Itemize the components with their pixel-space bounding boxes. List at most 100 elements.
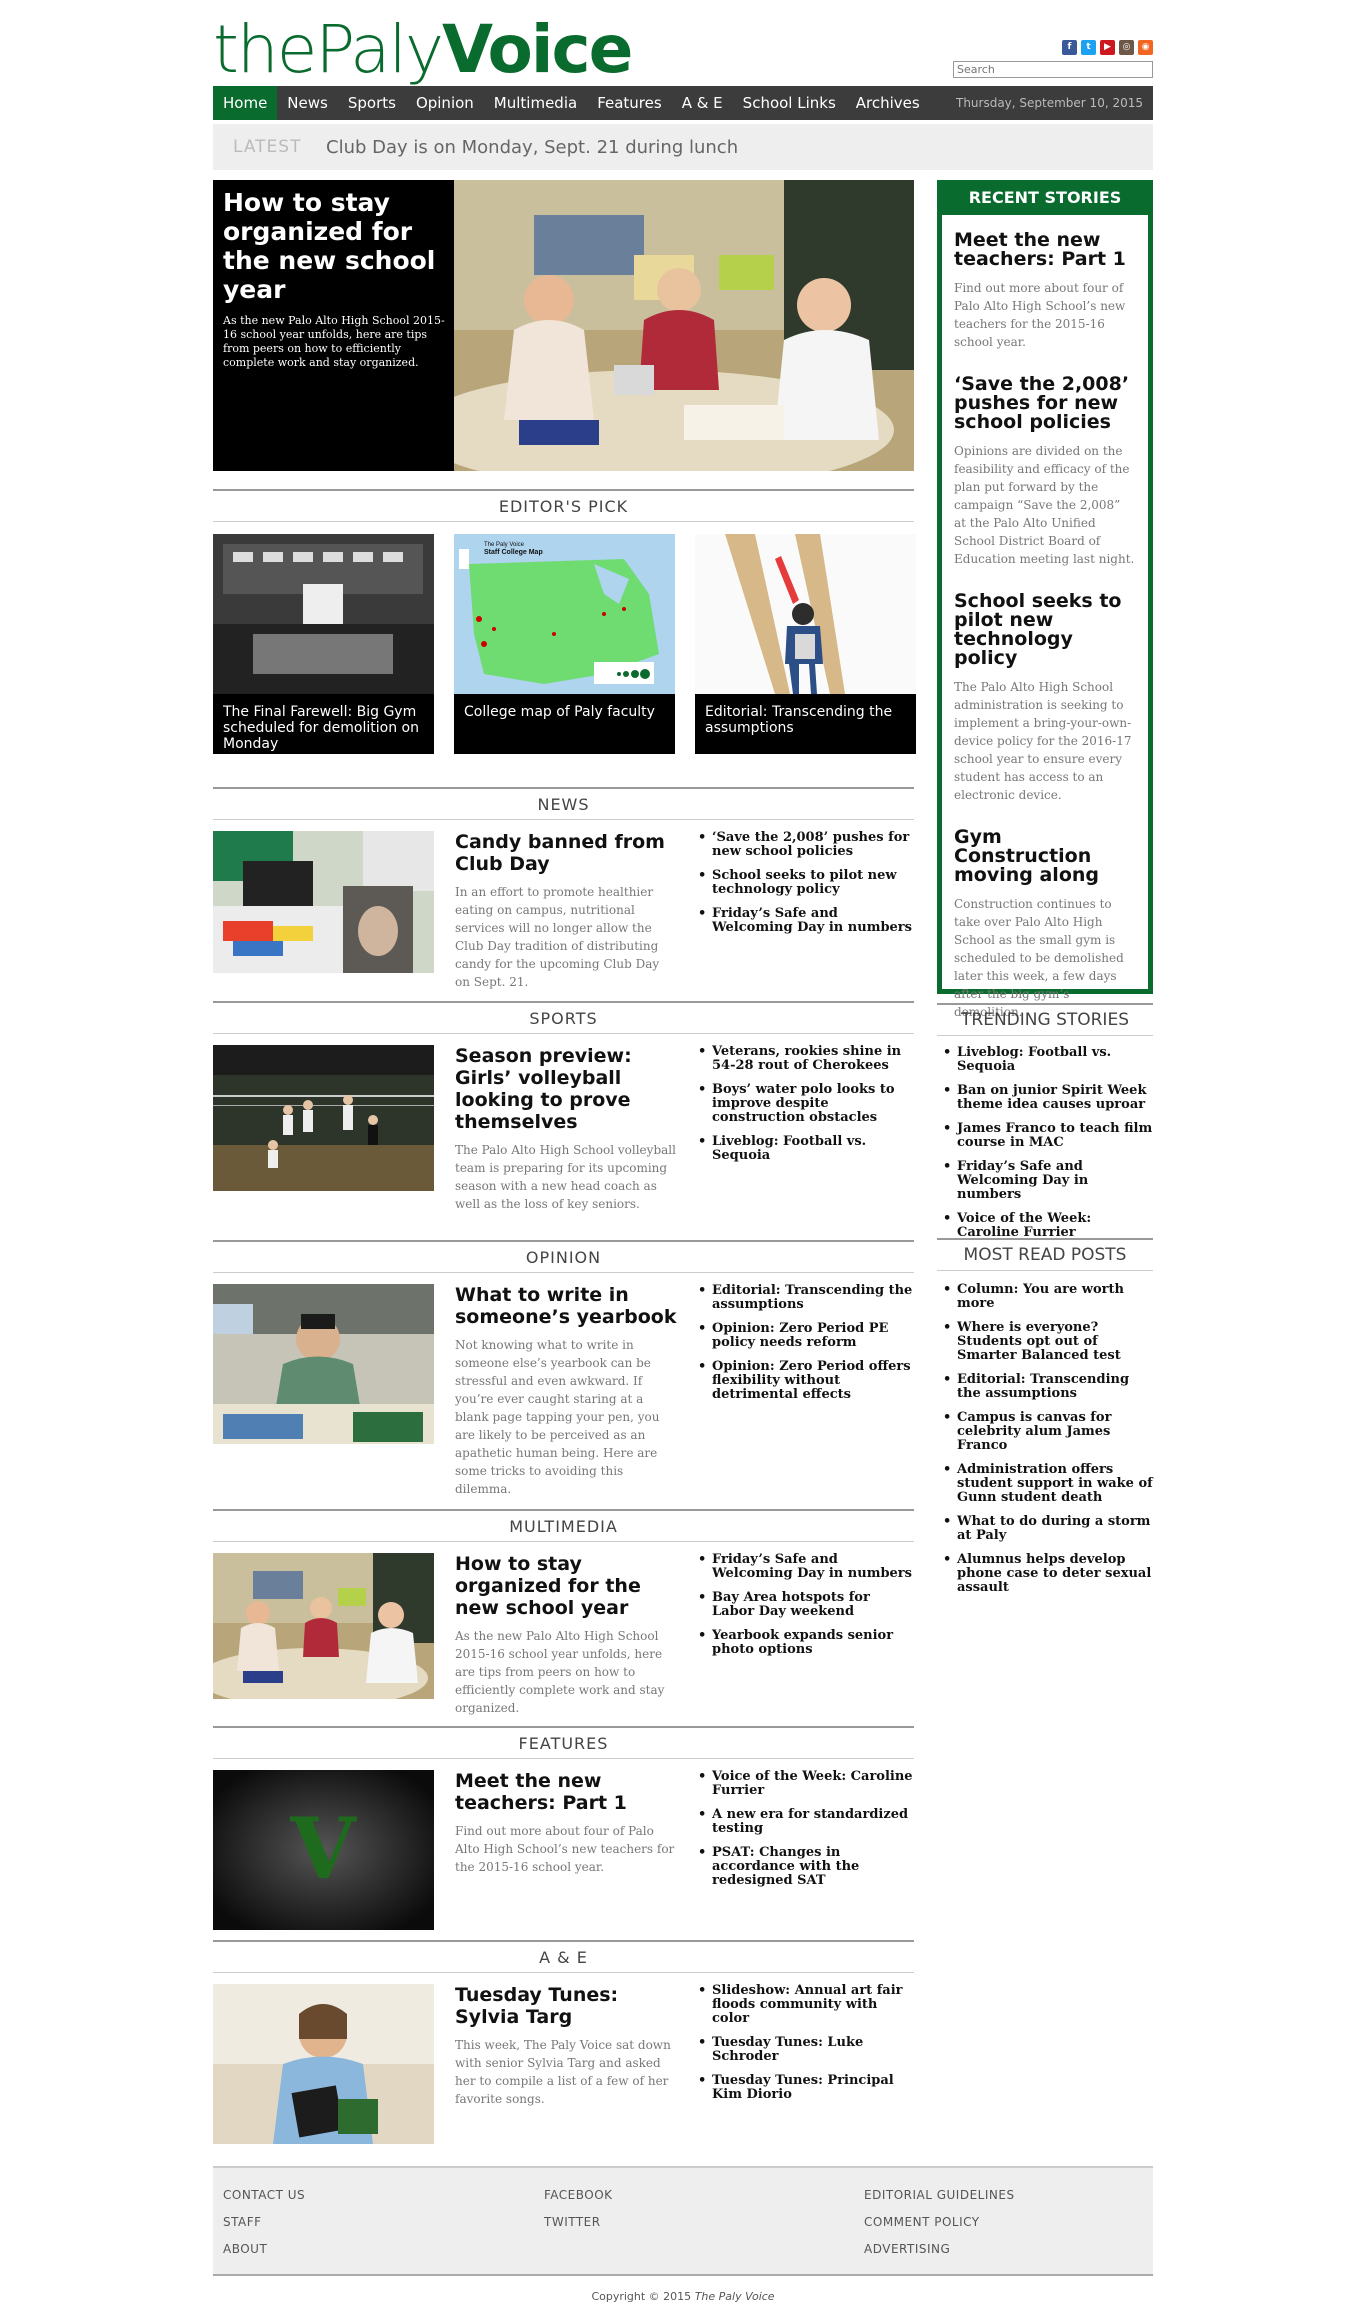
rss-icon[interactable]: ◉ [1138, 40, 1153, 55]
features-thumbnail[interactable]: V [213, 1770, 434, 1930]
logo-text-the: the [213, 11, 317, 88]
list-item[interactable]: Friday’s Safe and Welcoming Day in numbe… [698, 907, 914, 935]
list-item[interactable]: School seeks to pilot new technology pol… [698, 869, 914, 897]
nav-item-ae[interactable]: A & E [672, 86, 733, 120]
twitter-icon[interactable]: t [1081, 40, 1096, 55]
list-item[interactable]: Boys’ water polo looks to improve despit… [698, 1083, 914, 1125]
featured-story[interactable]: How to stay organized for the new school… [213, 180, 914, 471]
recent-story-title[interactable]: ‘Save the 2,008’ pushes for new school p… [954, 375, 1136, 432]
search-input[interactable] [953, 61, 1153, 78]
recent-story: School seeks to pilot new technology pol… [942, 592, 1148, 804]
list-item[interactable]: Slideshow: Annual art fair floods commun… [698, 1984, 914, 2026]
copyright-name: The Paly Voice [694, 2290, 775, 2303]
editors-pick-caption[interactable]: College map of Paly faculty [454, 694, 675, 754]
list-item[interactable]: James Franco to teach film course in MAC [943, 1122, 1153, 1150]
youtube-icon[interactable]: ▶ [1100, 40, 1115, 55]
v-logo-letter: V [289, 1799, 357, 1898]
editors-pick-heading: EDITOR'S PICK [213, 489, 914, 522]
features-lead: Meet the new teachers: Part 1 Find out m… [455, 1770, 677, 1876]
news-thumbnail[interactable] [213, 831, 434, 973]
trending-heading: TRENDING STORIES [937, 1003, 1153, 1036]
list-item[interactable]: Column: You are worth more [943, 1283, 1153, 1311]
list-item[interactable]: Ban on junior Spirit Week theme idea cau… [943, 1084, 1153, 1112]
list-item[interactable]: ‘Save the 2,008’ pushes for new school p… [698, 831, 914, 859]
list-item[interactable]: Tuesday Tunes: Luke Schroder [698, 2036, 914, 2064]
map-title-line2: Staff College Map [484, 549, 543, 556]
footer-link-facebook[interactable]: FACEBOOK [544, 2188, 844, 2202]
sports-thumbnail[interactable] [213, 1045, 434, 1191]
ae-lead: Tuesday Tunes: Sylvia Targ This week, Th… [455, 1984, 677, 2108]
footer-column: CONTACT US STAFF ABOUT [223, 2188, 523, 2269]
sports-links: Veterans, rookies shine in 54-28 rout of… [698, 1045, 914, 1173]
nav-item-sports[interactable]: Sports [338, 86, 406, 120]
list-item[interactable]: Campus is canvas for celebrity alum Jame… [943, 1411, 1153, 1453]
footer-link-editorial-guidelines[interactable]: EDITORIAL GUIDELINES [864, 2188, 1164, 2202]
footer-link-contact[interactable]: CONTACT US [223, 2188, 523, 2202]
multimedia-lead-title[interactable]: How to stay organized for the new school… [455, 1553, 677, 1619]
nav-item-features[interactable]: Features [587, 86, 672, 120]
recent-story-title[interactable]: Meet the new teachers: Part 1 [954, 231, 1136, 269]
news-heading: NEWS [213, 787, 914, 820]
footer-link-advertising[interactable]: ADVERTISING [864, 2242, 1164, 2256]
editors-pick-item[interactable]: The Final Farewell: Big Gym scheduled fo… [213, 534, 434, 754]
list-item[interactable]: What to do during a storm at Paly [943, 1515, 1153, 1543]
nav-item-news[interactable]: News [277, 86, 338, 120]
opinion-lead-title[interactable]: What to write in someone’s yearbook [455, 1284, 677, 1328]
recent-story-title[interactable]: Gym Construction moving along [954, 828, 1136, 885]
site-logo[interactable]: thePalyVoice [213, 11, 633, 88]
opinion-thumbnail[interactable] [213, 1284, 434, 1444]
list-item[interactable]: Liveblog: Football vs. Sequoia [698, 1135, 914, 1163]
list-item[interactable]: A new era for standardized testing [698, 1808, 914, 1836]
ae-lead-title[interactable]: Tuesday Tunes: Sylvia Targ [455, 1984, 677, 2028]
list-item[interactable]: Bay Area hotspots for Labor Day weekend [698, 1591, 914, 1619]
list-item[interactable]: Yearbook expands senior photo options [698, 1629, 914, 1657]
nav-item-opinion[interactable]: Opinion [406, 86, 484, 120]
editors-pick-item[interactable]: The Paly Voice Staff College Map College… [454, 534, 675, 754]
list-item[interactable]: Voice of the Week: Caroline Furrier [943, 1212, 1153, 1240]
list-item[interactable]: Editorial: Transcending the assumptions [943, 1373, 1153, 1401]
ae-thumbnail[interactable] [213, 1984, 434, 2144]
featured-summary: As the new Palo Alto High School 2015-16… [223, 314, 445, 369]
editors-pick-caption[interactable]: The Final Farewell: Big Gym scheduled fo… [213, 694, 434, 754]
list-item[interactable]: Opinion: Zero Period PE policy needs ref… [698, 1322, 914, 1350]
featured-photo[interactable] [454, 180, 914, 471]
list-item[interactable]: Editorial: Transcending the assumptions [698, 1284, 914, 1312]
features-lead-summary: Find out more about four of Palo Alto Hi… [455, 1824, 675, 1874]
list-item[interactable]: Voice of the Week: Caroline Furrier [698, 1770, 914, 1798]
list-item[interactable]: Where is everyone? Students opt out of S… [943, 1321, 1153, 1363]
multimedia-heading: MULTIMEDIA [213, 1509, 914, 1542]
list-item[interactable]: Opinion: Zero Period offers flexibility … [698, 1360, 914, 1402]
instagram-icon[interactable]: ◎ [1119, 40, 1134, 55]
featured-title[interactable]: How to stay organized for the new school… [223, 188, 449, 304]
nav-item-multimedia[interactable]: Multimedia [484, 86, 587, 120]
list-item[interactable]: Liveblog: Football vs. Sequoia [943, 1046, 1153, 1074]
site-footer: CONTACT US STAFF ABOUT FACEBOOK TWITTER … [213, 2166, 1153, 2276]
features-lead-title[interactable]: Meet the new teachers: Part 1 [455, 1770, 677, 1814]
list-item[interactable]: Tuesday Tunes: Principal Kim Diorio [698, 2074, 914, 2102]
footer-link-twitter[interactable]: TWITTER [544, 2215, 844, 2229]
sports-lead-title[interactable]: Season preview: Girls’ volleyball lookin… [455, 1045, 677, 1133]
recent-story-title[interactable]: School seeks to pilot new technology pol… [954, 592, 1136, 668]
footer-link-staff[interactable]: STAFF [223, 2215, 523, 2229]
multimedia-thumbnail[interactable] [213, 1553, 434, 1699]
latest-headline[interactable]: Club Day is on Monday, Sept. 21 during l… [326, 137, 738, 158]
nav-item-archives[interactable]: Archives [846, 86, 930, 120]
nav-item-school-links[interactable]: School Links [733, 86, 846, 120]
list-item[interactable]: Administration offers student support in… [943, 1463, 1153, 1505]
features-links: Voice of the Week: Caroline Furrier A ne… [698, 1770, 914, 1898]
editorial-illustration [695, 534, 916, 694]
social-icons: f t ▶ ◎ ◉ [1062, 40, 1153, 55]
footer-link-about[interactable]: ABOUT [223, 2242, 523, 2256]
editors-pick-caption[interactable]: Editorial: Transcending the assumptions [695, 694, 916, 754]
nav-item-home[interactable]: Home [213, 86, 278, 120]
list-item[interactable]: Friday’s Safe and Welcoming Day in numbe… [698, 1553, 914, 1581]
facebook-icon[interactable]: f [1062, 40, 1077, 55]
footer-link-comment-policy[interactable]: COMMENT POLICY [864, 2215, 1164, 2229]
opinion-links: Editorial: Transcending the assumptions … [698, 1284, 914, 1412]
editors-pick-item[interactable]: Editorial: Transcending the assumptions [695, 534, 916, 754]
news-lead-title[interactable]: Candy banned from Club Day [455, 831, 677, 875]
list-item[interactable]: Alumnus helps develop phone case to dete… [943, 1553, 1153, 1595]
list-item[interactable]: Friday’s Safe and Welcoming Day in numbe… [943, 1160, 1153, 1202]
list-item[interactable]: Veterans, rookies shine in 54-28 rout of… [698, 1045, 914, 1073]
list-item[interactable]: PSAT: Changes in accordance with the red… [698, 1846, 914, 1888]
